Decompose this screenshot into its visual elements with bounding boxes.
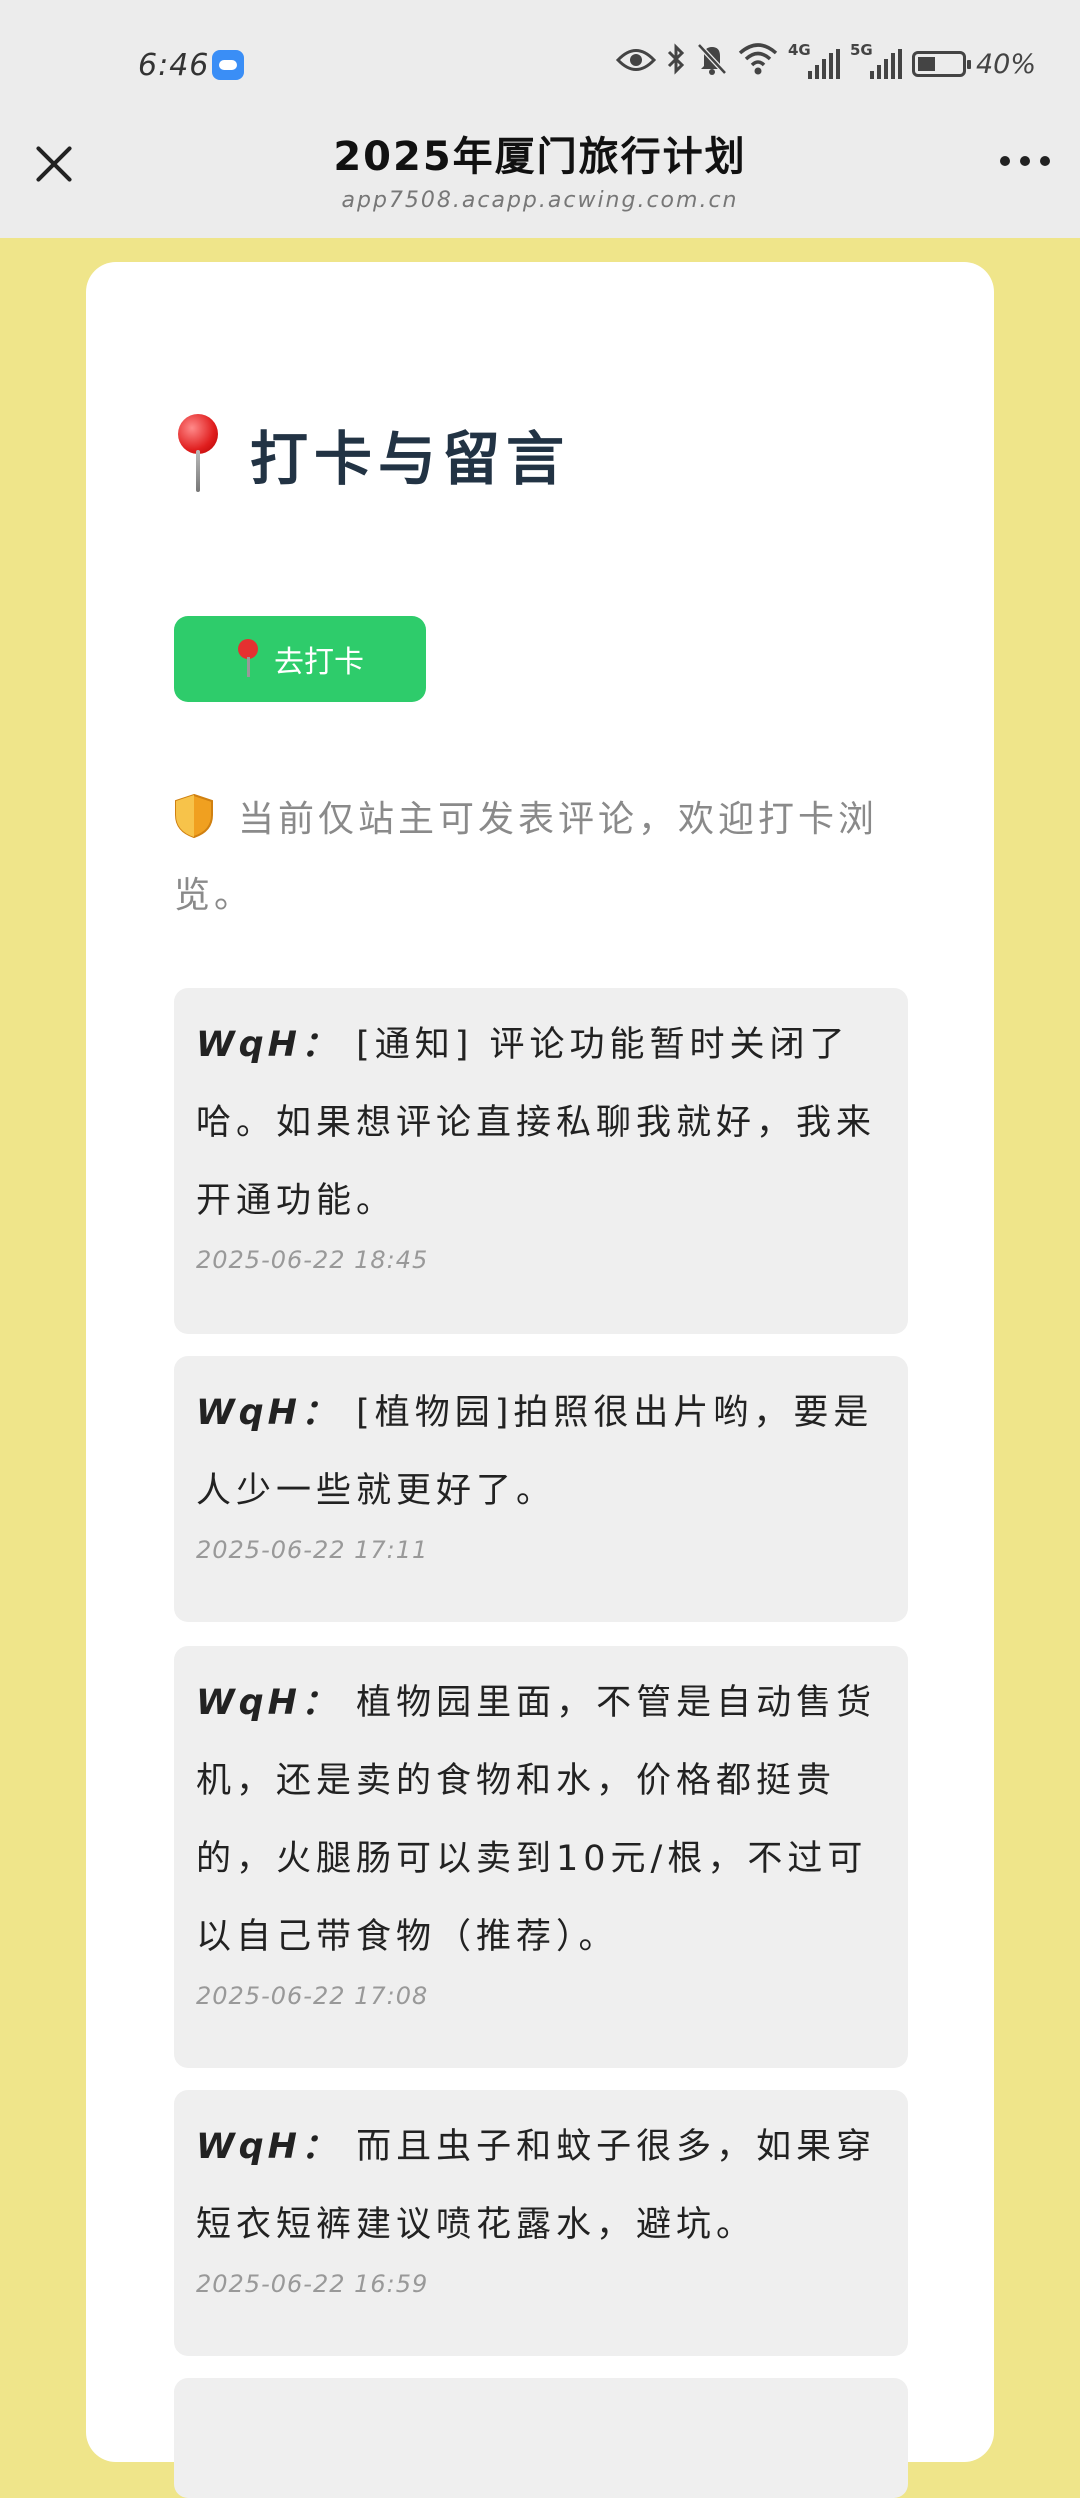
page-title: 2025年厦门旅行计划: [333, 134, 747, 180]
mini-app-title-bar: 2025年厦门旅行计划 app7508.acapp.acwing.com.cn: [0, 110, 1080, 238]
comment-time: 2025-06-22 17:08: [196, 1982, 429, 2010]
content-card: 打卡与留言 去打卡 当前仅站主可发表评论，欢迎打卡浏览。 WqH： [通知] 评…: [86, 262, 994, 2498]
comment-item: WqH： 而且虫子和蚊子很多，如果穿短衣短裤建议喷花露水，避坑。 2025-06…: [174, 2090, 908, 2356]
bluetooth-icon: [666, 42, 686, 86]
pushpin-icon: [176, 414, 220, 494]
notice-label: 当前仅站主可发表评论，欢迎打卡浏览。: [174, 799, 879, 916]
comment-author: WqH：: [196, 1393, 340, 1433]
more-menu-icon[interactable]: [1000, 156, 1050, 166]
comment-time: 2025-06-22 17:11: [196, 1536, 429, 1564]
comment-body: 植物园里面，不管是自动售货机，还是卖的食物和水，价格都挺贵的，火腿肠可以卖到10…: [196, 1683, 877, 1957]
section-heading: 打卡与留言: [176, 412, 570, 496]
status-icons: 4G 5G 40%: [615, 41, 1036, 87]
network-4g-label: 4G: [787, 41, 811, 59]
page-url: app7508.acapp.acwing.com.cn: [341, 188, 739, 213]
heading-text: 打卡与留言: [250, 425, 571, 493]
comment-item: WqH： [通知] 评论功能暂时关闭了哈。如果想评论直接私聊我就好，我来开通功能…: [174, 988, 908, 1334]
eye-icon: [615, 44, 657, 84]
notice-text: 当前仅站主可发表评论，欢迎打卡浏览。: [174, 782, 904, 934]
comment-text: WqH： [通知] 评论功能暂时关闭了哈。如果想评论直接私聊我就好，我来开通功能…: [196, 1006, 886, 1240]
comment-text: WqH： 而且虫子和蚊子很多，如果穿短衣短裤建议喷花露水，避坑。: [196, 2108, 886, 2264]
wifi-icon: [738, 42, 778, 86]
comment-author: WqH：: [196, 1683, 340, 1723]
comment-item-partial: [174, 2378, 908, 2498]
comment-item: WqH： 植物园里面，不管是自动售货机，还是卖的食物和水，价格都挺贵的，火腿肠可…: [174, 1646, 908, 2068]
comment-text: WqH： 植物园里面，不管是自动售货机，还是卖的食物和水，价格都挺贵的，火腿肠可…: [196, 1664, 886, 1976]
comment-time: 2025-06-22 16:59: [196, 2270, 429, 2298]
cloud-app-icon: [212, 50, 244, 80]
comment-item: WqH： [植物园]拍照很出片哟，要是人少一些就更好了。 2025-06-22 …: [174, 1356, 908, 1622]
comment-author: WqH：: [196, 2127, 340, 2167]
comment-text: WqH： [植物园]拍照很出片哟，要是人少一些就更好了。: [196, 1374, 886, 1530]
comment-time: 2025-06-22 18:45: [196, 1246, 429, 1274]
checkin-button[interactable]: 去打卡: [174, 616, 426, 702]
signal-4g-icon: 4G: [788, 41, 840, 79]
pushpin-icon: [236, 639, 260, 679]
signal-5g-icon: 5G: [850, 41, 902, 79]
shield-icon: [174, 793, 214, 839]
battery-percent: 40%: [975, 48, 1036, 80]
status-time: 6:46: [138, 48, 210, 83]
network-5g-label: 5G: [849, 41, 873, 59]
bell-muted-icon: [696, 42, 728, 87]
comment-author: WqH：: [196, 1025, 340, 1065]
battery-icon: [911, 51, 971, 77]
checkin-button-label: 去打卡: [274, 645, 364, 680]
